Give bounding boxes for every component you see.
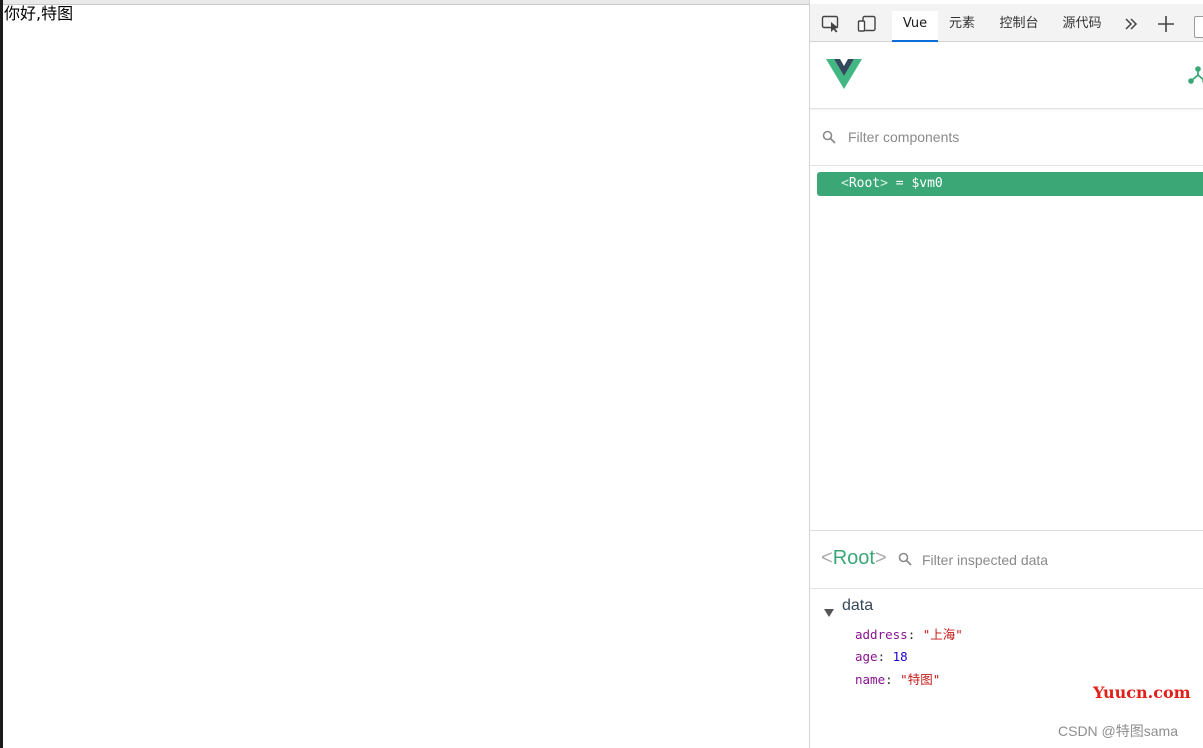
device-emulation-icon[interactable]	[856, 13, 878, 35]
panel-settings-button[interactable]	[1194, 16, 1203, 38]
devtools-panel: Vue 元素 控制台 源代码 Filter components <Root> …	[809, 0, 1203, 748]
filter-components-bar[interactable]: Filter components	[810, 110, 1203, 166]
page-top-border	[0, 0, 810, 5]
data-prop-row[interactable]: name: "特图"	[855, 671, 940, 689]
data-section-label[interactable]: data	[842, 597, 873, 615]
author-watermark: CSDN @特图sama	[1058, 723, 1179, 739]
add-tab-icon[interactable]	[1155, 13, 1177, 35]
component-graph-icon[interactable]	[1188, 65, 1203, 89]
inspector-header: <Root> Filter inspected data	[810, 531, 1203, 589]
tab-vue[interactable]: Vue	[892, 11, 938, 42]
vue-devtools-header	[810, 43, 1203, 109]
tab-elements[interactable]: 元素	[944, 11, 980, 42]
data-prop-row[interactable]: address: "上海"	[855, 626, 963, 644]
window-left-edge	[0, 0, 3, 748]
data-prop-row[interactable]: age: 18	[855, 648, 908, 666]
devtools-tab-bar: Vue 元素 控制台 源代码	[810, 4, 1203, 42]
filter-inspected-data-input[interactable]: Filter inspected data	[922, 552, 1048, 568]
tab-console[interactable]: 控制台	[993, 11, 1045, 42]
inspect-element-icon[interactable]	[820, 13, 842, 35]
search-icon	[822, 129, 836, 148]
page-greeting-text: 你好,特图	[4, 4, 74, 23]
component-tree-root-row[interactable]: <Root> = $vm0	[817, 172, 1203, 196]
filter-components-input[interactable]: Filter components	[848, 129, 959, 145]
vue-logo-icon	[826, 58, 862, 94]
root-component-label: <Root> = $vm0	[841, 176, 943, 191]
inspector-title: <Root>	[821, 547, 887, 569]
search-icon	[898, 551, 912, 570]
collapse-triangle-icon[interactable]	[824, 602, 834, 621]
more-tabs-icon[interactable]	[1120, 13, 1142, 35]
tab-sources[interactable]: 源代码	[1056, 11, 1108, 42]
site-watermark: Yuucn.com	[1093, 683, 1191, 702]
